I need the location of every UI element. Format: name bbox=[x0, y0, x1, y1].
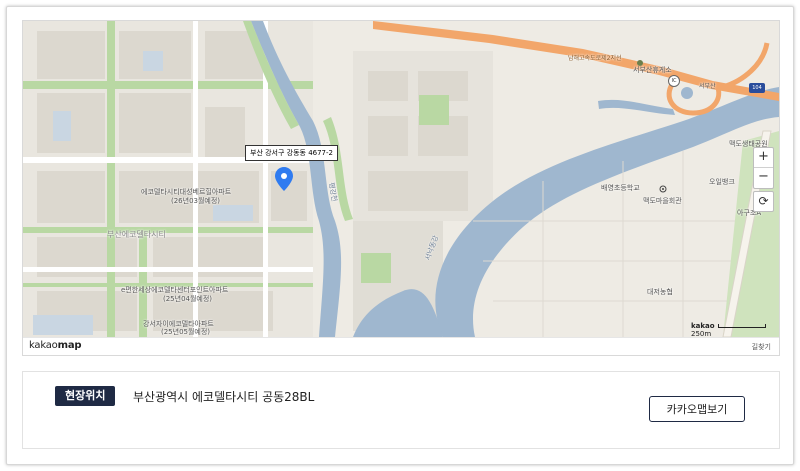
map-container[interactable]: 에코델타시티대성베르힐아파트 (26년03월예정) 부산에코델타시티 e편한세상… bbox=[22, 20, 780, 356]
zoom-in-button[interactable]: + bbox=[754, 148, 773, 167]
kakaomap-logo[interactable]: kakaomap bbox=[29, 340, 82, 351]
school-label: 배영초등학교 bbox=[601, 184, 640, 192]
map-pin-icon[interactable] bbox=[275, 167, 293, 191]
route-link[interactable]: 길찾기 bbox=[752, 342, 771, 352]
scale-line bbox=[717, 324, 766, 328]
ic-badge: IC bbox=[668, 75, 680, 87]
village-hall-label: 맥도마을회관 bbox=[643, 197, 682, 205]
ic-label: 서부산 bbox=[699, 83, 716, 90]
place-label: (25년05월예정) bbox=[161, 328, 211, 336]
place-label: (26년03월예정) bbox=[171, 197, 221, 205]
logo-bold: map bbox=[57, 340, 82, 351]
oil-bank-label: 오일뱅크 bbox=[709, 178, 735, 186]
scale-bar: kakao250m bbox=[691, 322, 779, 338]
rice-agency-label: 대저농협 bbox=[647, 288, 673, 296]
location-info: 현장위치 부산광역시 에코델타시티 공동28BL 카카오맵보기 bbox=[22, 371, 780, 449]
scale-logo: kakao bbox=[691, 322, 715, 330]
refresh-button[interactable]: ⟳ bbox=[753, 191, 774, 212]
zoom-control: + − bbox=[753, 147, 774, 189]
place-label: (25년04월예정) bbox=[163, 295, 213, 303]
route-shield-icon: 104 bbox=[749, 83, 765, 93]
rest-area-label: 서부산휴게소 bbox=[633, 66, 672, 74]
highway-label: 남해고속도로제2지선 bbox=[568, 55, 622, 62]
district-label: 부산에코델타시티 bbox=[107, 230, 166, 239]
zoom-out-button[interactable]: − bbox=[754, 168, 773, 187]
marker-label: 부산 강서구 강동동 4677-2 bbox=[245, 145, 338, 161]
location-badge: 현장위치 bbox=[55, 386, 116, 406]
map-footer: kakaomap 길찾기 bbox=[23, 337, 779, 355]
kakao-map-button[interactable]: 카카오맵보기 bbox=[649, 396, 745, 422]
address-text: 부산광역시 에코델타시티 공동28BL bbox=[133, 390, 315, 404]
logo-light: kakao bbox=[29, 340, 58, 351]
